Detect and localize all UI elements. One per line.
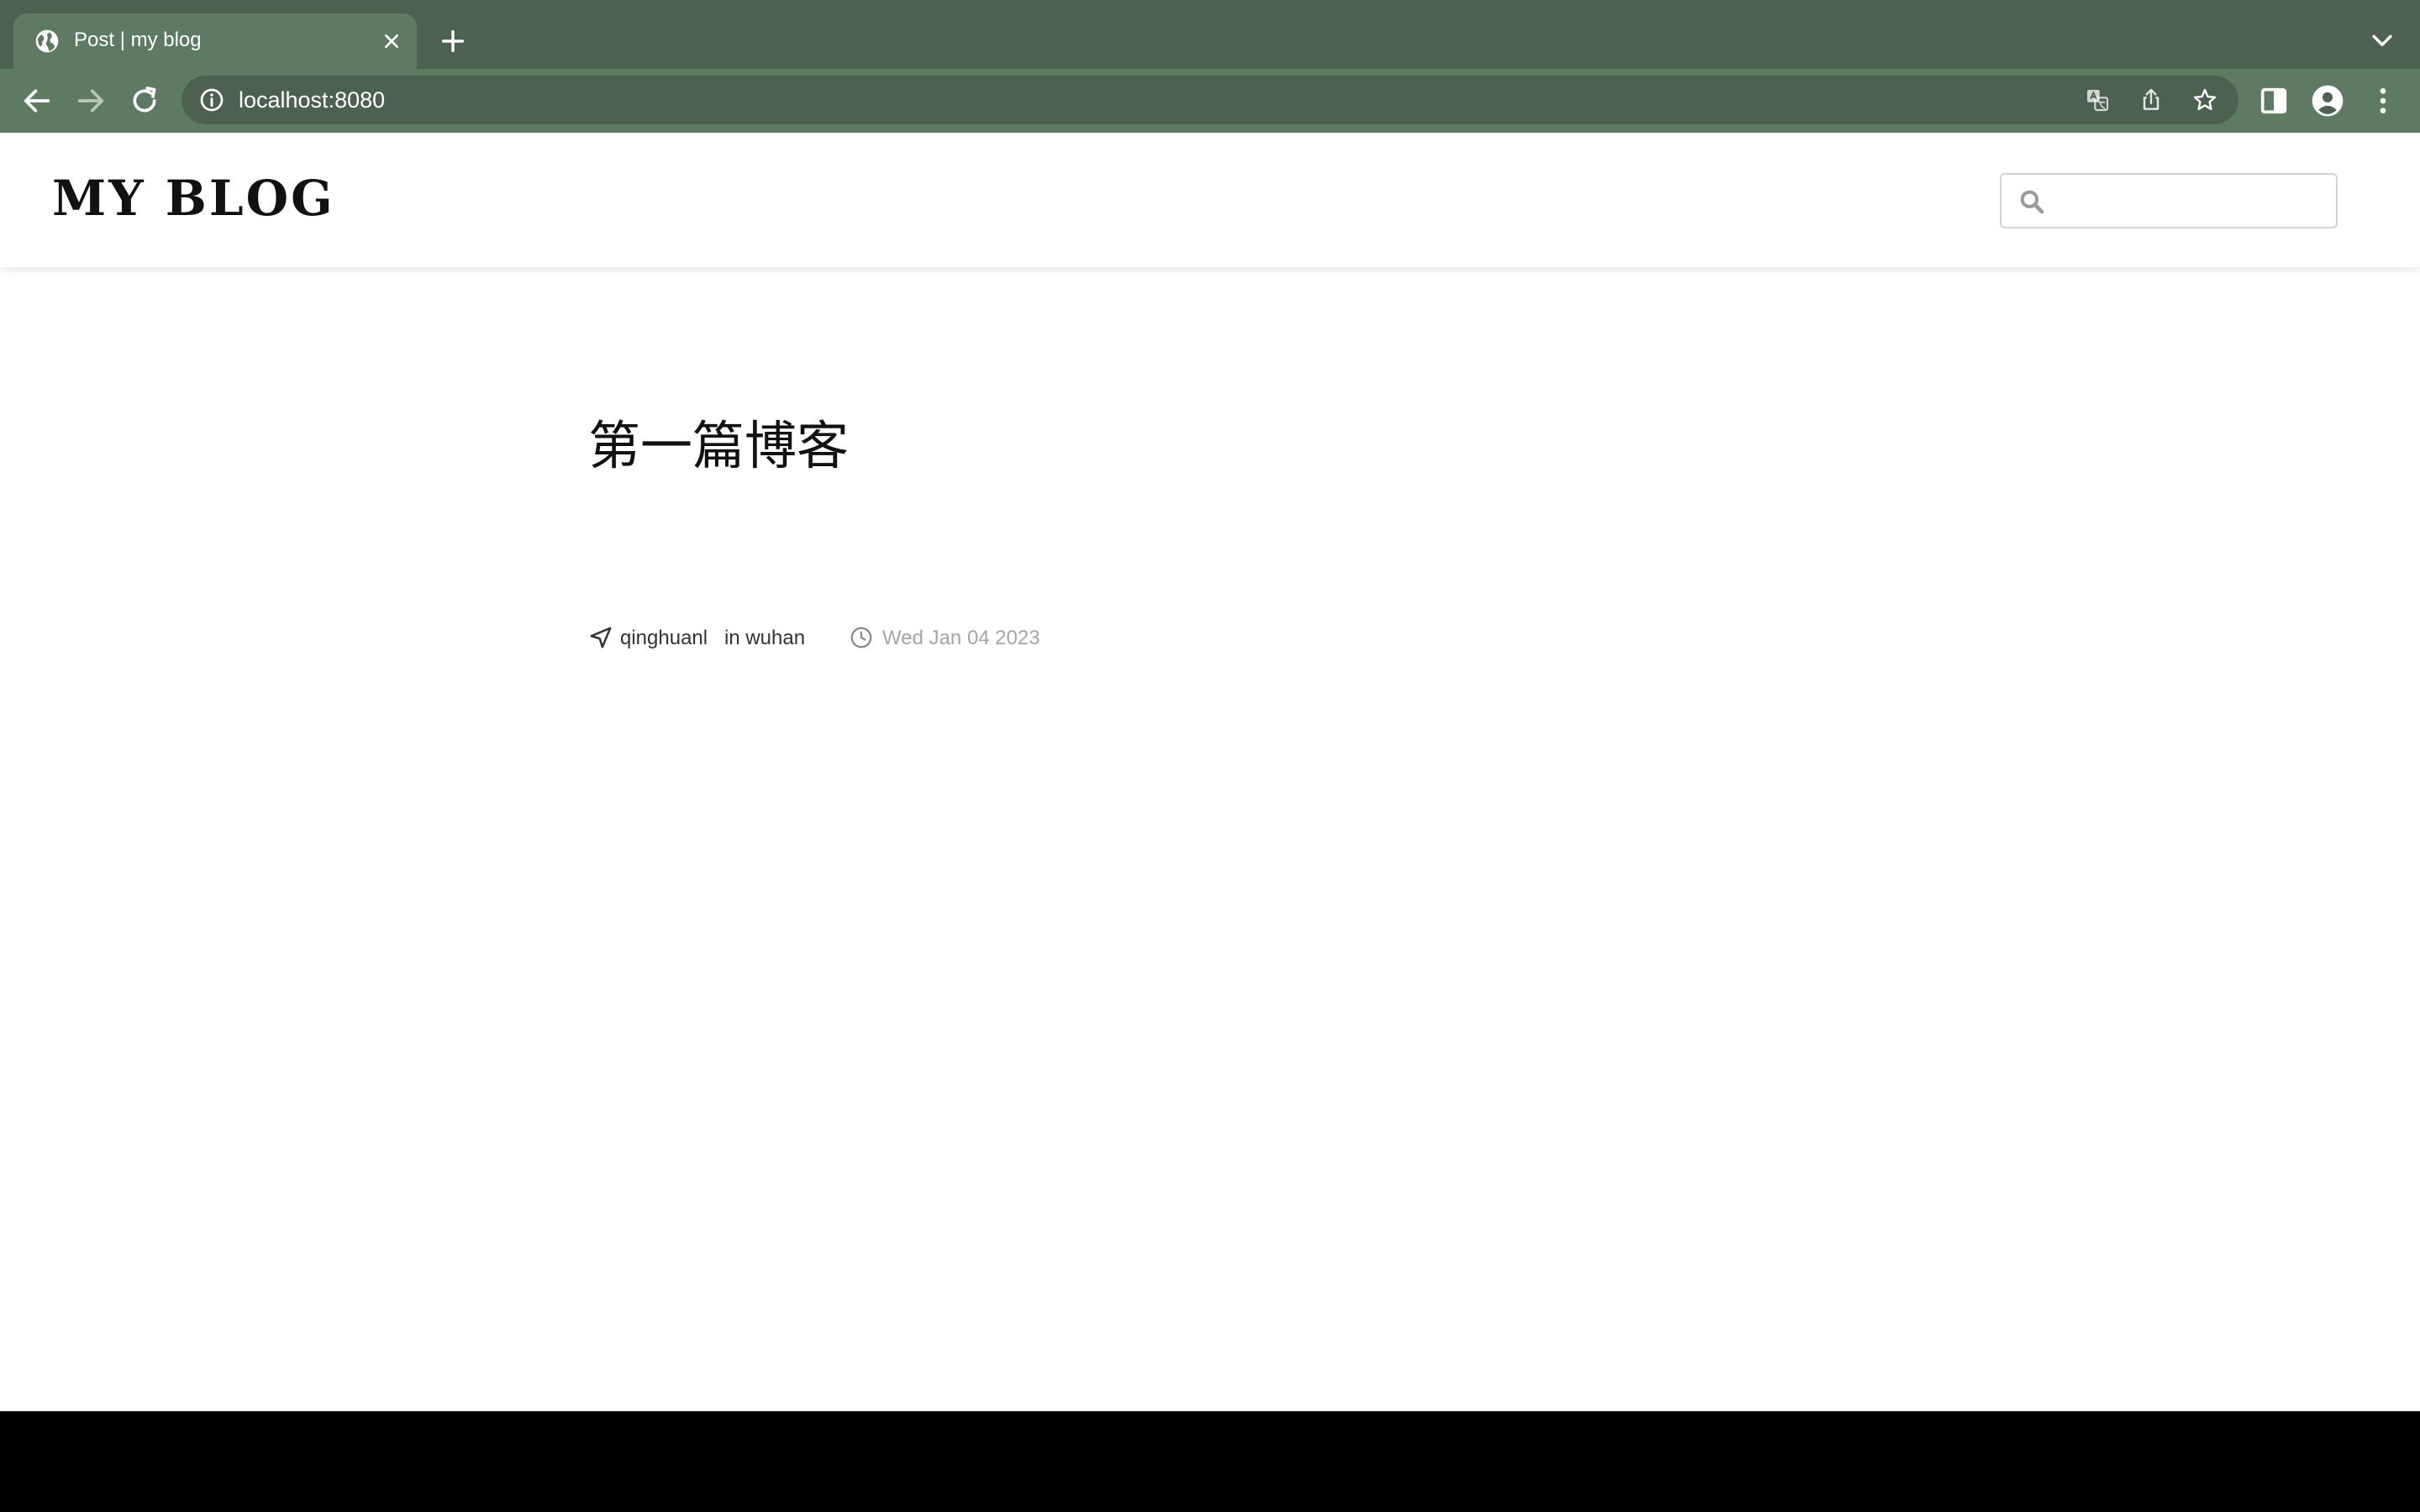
post-location: in wuhan bbox=[724, 627, 806, 649]
browser-window: Post | my blog localhost:8080 MY BLOG 第一… bbox=[0, 0, 2420, 1512]
search-icon bbox=[2020, 190, 2044, 214]
bookmark-star-icon[interactable] bbox=[2191, 87, 2218, 113]
site-header: MY BLOG bbox=[0, 133, 2420, 267]
side-panel-icon[interactable] bbox=[2257, 84, 2291, 118]
menu-icon[interactable] bbox=[2366, 84, 2400, 118]
tab-title: Post | my blog bbox=[74, 29, 202, 51]
globe-icon bbox=[35, 29, 59, 53]
address-bar[interactable]: localhost:8080 bbox=[182, 76, 2238, 124]
address-url[interactable]: localhost:8080 bbox=[239, 87, 385, 113]
location-arrow-icon bbox=[590, 627, 612, 648]
tab-list-icon[interactable] bbox=[2368, 30, 2396, 52]
search-box[interactable] bbox=[2000, 173, 2338, 228]
new-tab-icon[interactable] bbox=[439, 27, 467, 55]
forward-icon[interactable] bbox=[74, 84, 108, 118]
reload-icon[interactable] bbox=[128, 84, 161, 118]
translate-icon[interactable] bbox=[2084, 87, 2111, 113]
browser-toolbar: localhost:8080 bbox=[0, 69, 2420, 133]
share-icon[interactable] bbox=[2138, 87, 2165, 113]
page-content: MY BLOG 第一篇博客 qinghuanl in wuhan Wed Jan… bbox=[0, 133, 2420, 1411]
site-logo[interactable]: MY BLOG bbox=[52, 170, 335, 227]
search-input[interactable] bbox=[2055, 181, 2328, 222]
clock-icon bbox=[850, 627, 872, 648]
browser-chrome: Post | my blog localhost:8080 bbox=[0, 0, 2420, 133]
post-author[interactable]: qinghuanl bbox=[620, 627, 708, 650]
tab-close-icon[interactable] bbox=[378, 28, 405, 55]
site-info-icon[interactable] bbox=[198, 87, 225, 113]
profile-icon[interactable] bbox=[2311, 84, 2344, 118]
footer-bar bbox=[0, 1411, 2420, 1512]
post-date: Wed Jan 04 2023 bbox=[882, 627, 1040, 649]
browser-tab[interactable]: Post | my blog bbox=[13, 13, 417, 69]
back-icon[interactable] bbox=[20, 84, 54, 118]
post-title: 第一篇博客 bbox=[588, 415, 850, 476]
